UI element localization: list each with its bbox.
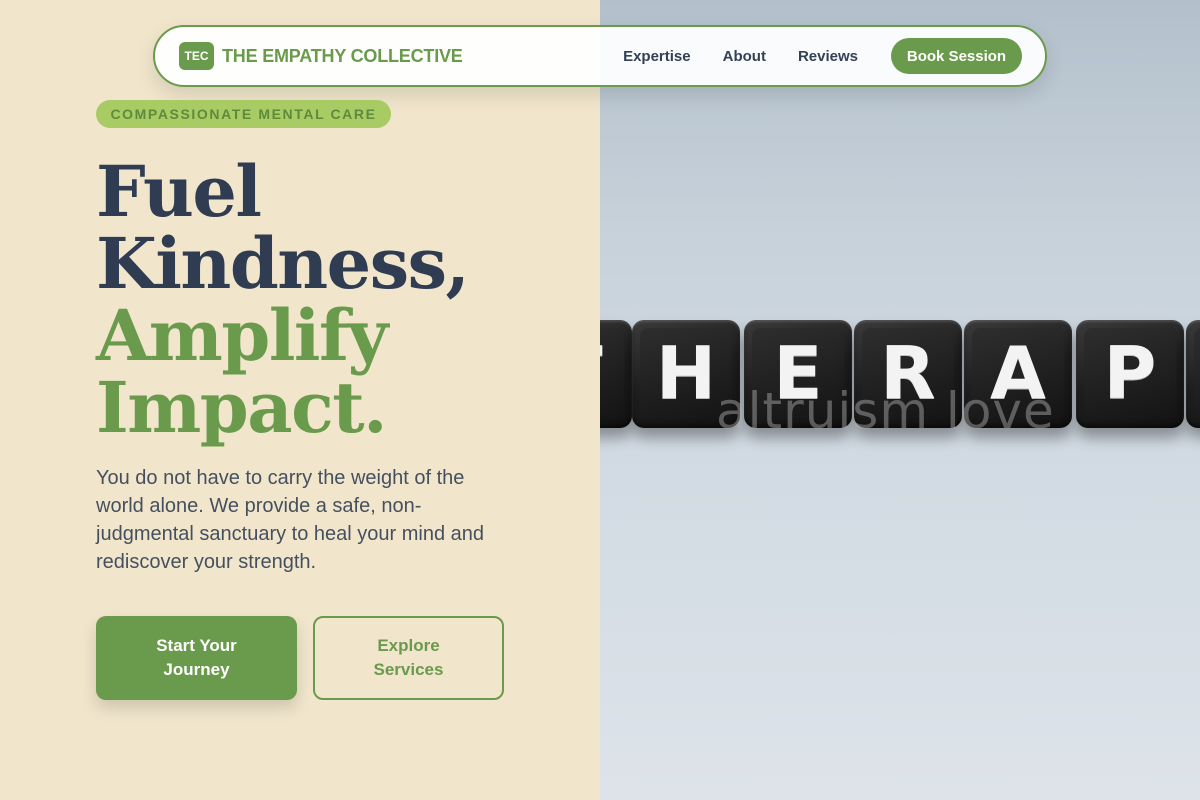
headline-line: Fuel [96, 150, 262, 233]
headline-line-accent: Amplify [96, 294, 388, 377]
headline-line: Kindness, [96, 222, 470, 305]
top-navbar: TEC THE EMPATHY COLLECTIVE Expertise Abo… [153, 25, 1047, 87]
nav-links: Expertise About Reviews Book Session [623, 38, 1022, 74]
letter-tile: T [600, 320, 632, 428]
letter-tile [1186, 320, 1200, 428]
hero-image: T H E R A P altruism love [600, 0, 1200, 800]
brand-name[interactable]: THE EMPATHY COLLECTIVE [222, 46, 463, 67]
image-watermark: altruism love [716, 382, 1055, 440]
book-session-button[interactable]: Book Session [891, 38, 1022, 74]
nav-link-reviews[interactable]: Reviews [798, 48, 858, 65]
explore-services-button[interactable]: Explore Services [313, 616, 504, 700]
logo-badge[interactable]: TEC [179, 42, 214, 70]
nav-link-expertise[interactable]: Expertise [623, 48, 691, 65]
nav-link-about[interactable]: About [723, 48, 766, 65]
headline-line-accent: Impact. [96, 366, 387, 449]
letter-tile: P [1076, 320, 1184, 428]
hero-headline: Fuel Kindness, Amplify Impact. [96, 150, 470, 449]
hero-description: You do not have to carry the weight of t… [96, 467, 485, 573]
start-journey-button[interactable]: Start Your Journey [96, 616, 297, 700]
tagline-badge: COMPASSIONATE MENTAL CARE [96, 100, 391, 128]
